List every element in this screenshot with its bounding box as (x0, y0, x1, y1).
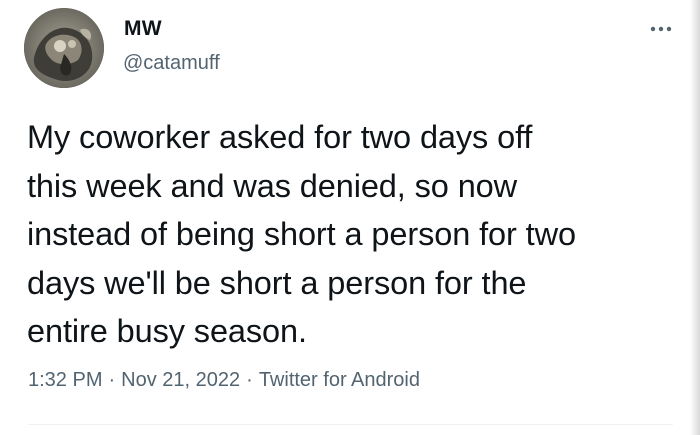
tweet-text-line: instead of being short a person for two (27, 216, 576, 252)
user-handle[interactable]: @catamuff (123, 50, 220, 76)
edge-shadow (690, 0, 700, 435)
tweet-meta: 1:32 PM · Nov 21, 2022 · Twitter for Android (28, 366, 420, 394)
tweet-date[interactable]: Nov 21, 2022 (121, 369, 240, 391)
meta-separator: · (108, 369, 116, 391)
divider (28, 424, 673, 425)
tweet: MW @catamuff My coworker asked for two d… (0, 0, 700, 435)
tweet-text: My coworker asked for two days off this … (27, 113, 677, 356)
tweet-text-line: days we'll be short a person for the (27, 264, 527, 301)
meta-separator: · (246, 369, 253, 391)
tweet-source-link[interactable]: Twitter for Android (259, 369, 420, 391)
display-name[interactable]: MW (124, 16, 162, 42)
avatar[interactable] (24, 8, 104, 88)
more-options-icon[interactable] (647, 19, 675, 39)
tweet-text-line: My coworker asked for two days off (27, 119, 533, 155)
tweet-text-line: entire busy season. (27, 313, 307, 349)
tweet-text-line: this week and was denied, so now (27, 167, 518, 204)
tweet-time[interactable]: 1:32 PM (28, 369, 102, 391)
